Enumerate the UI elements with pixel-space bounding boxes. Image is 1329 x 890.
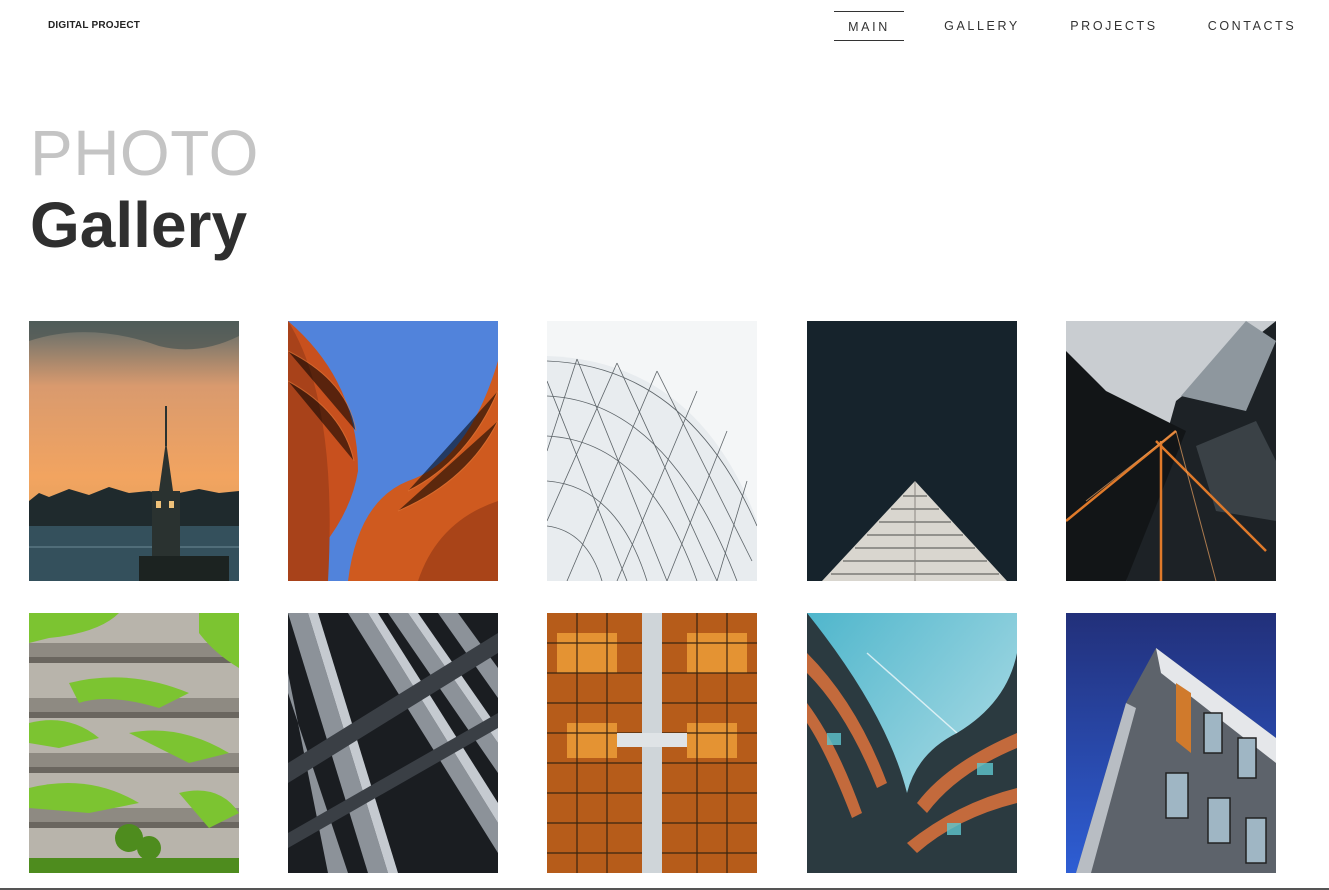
- nav-item-contacts[interactable]: CONTACTS: [1207, 11, 1297, 41]
- gallery-photo-sunset-tower[interactable]: [29, 321, 239, 581]
- gallery-photo-orange-facade[interactable]: [288, 321, 498, 581]
- curved-glass-building-photo: [807, 613, 1017, 873]
- dark-angular-facade-photo: [288, 613, 498, 873]
- gallery-photo-glass-dome[interactable]: [547, 321, 757, 581]
- white-glass-dome-photo: [547, 321, 757, 581]
- gallery-photo-dark-triangle[interactable]: [807, 321, 1017, 581]
- page-title-light: PHOTO: [30, 117, 259, 189]
- mirrored-glass-towers-photo: [547, 613, 757, 873]
- blue-sky-corner-building-photo: [1066, 613, 1276, 873]
- green-terrace-building-photo: [29, 613, 239, 873]
- gallery-photo-angular-facade[interactable]: [288, 613, 498, 873]
- nav-item-gallery[interactable]: GALLERY: [943, 11, 1021, 41]
- nav-item-main[interactable]: MAIN: [834, 11, 904, 41]
- skyscrapers-upward-photo: [1066, 321, 1276, 581]
- gallery-photo-corner-building[interactable]: [1066, 613, 1276, 873]
- gallery-photo-curved-glass[interactable]: [807, 613, 1017, 873]
- nav-item-projects[interactable]: PROJECTS: [1070, 11, 1158, 41]
- gallery-photo-green-terraces[interactable]: [29, 613, 239, 873]
- gallery-photo-skyscrapers[interactable]: [1066, 321, 1276, 581]
- gallery-photo-mirrored-towers[interactable]: [547, 613, 757, 873]
- sunset-tower-photo: [29, 321, 239, 581]
- orange-curved-facade-photo: [288, 321, 498, 581]
- page-title-bold: Gallery: [30, 189, 248, 261]
- main-nav: MAIN GALLERY PROJECTS CONTACTS: [0, 11, 1329, 41]
- dark-sky-triangle-building-photo: [807, 321, 1017, 581]
- page: DIGITAL PROJECT MAIN GALLERY PROJECTS CO…: [0, 0, 1329, 890]
